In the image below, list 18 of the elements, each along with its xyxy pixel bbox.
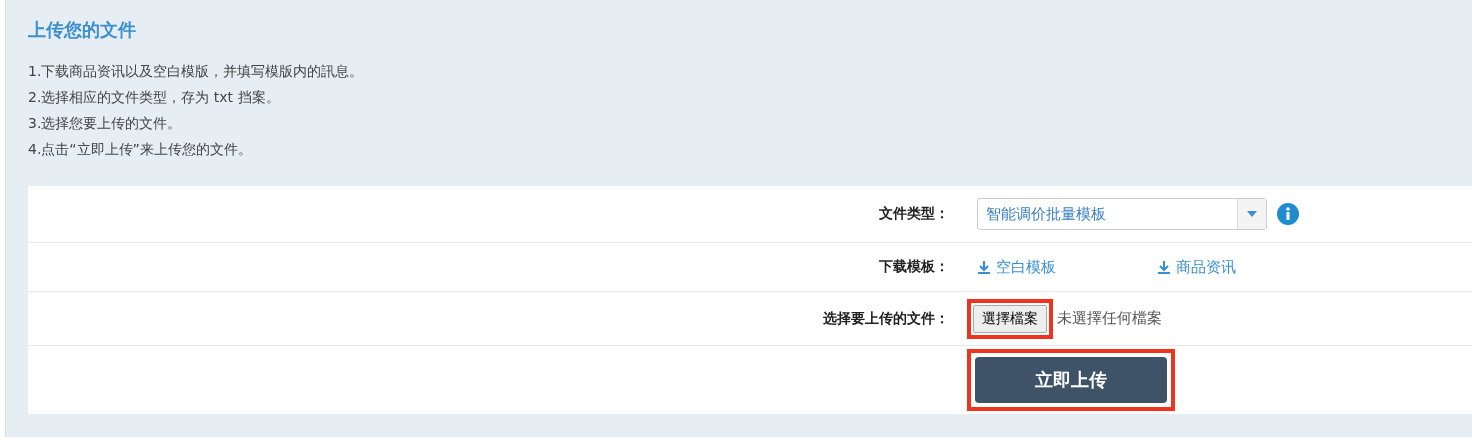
download-icon bbox=[977, 260, 991, 274]
field-label: 下载模板： bbox=[878, 258, 950, 276]
download-link[interactable]: 商品资讯 bbox=[1157, 257, 1327, 277]
instruction-text: 2.选择相应的文件类型，存为 txt 挡案。 bbox=[28, 88, 281, 107]
field-label: 文件类型： bbox=[878, 205, 950, 223]
upload-button[interactable]: 立即上传 bbox=[975, 357, 1167, 403]
section-title: 上传您的文件 bbox=[28, 18, 137, 42]
info-icon[interactable] bbox=[1277, 203, 1299, 225]
choose-file-button[interactable]: 選擇檔案 bbox=[973, 304, 1047, 333]
field-label: 选择要上传的文件： bbox=[822, 309, 950, 328]
instruction-text: 4.点击“立即上传”来上传您的文件。 bbox=[28, 140, 253, 159]
caret-icon bbox=[1246, 210, 1258, 218]
instruction-text: 3.选择您要上传的文件。 bbox=[28, 114, 183, 133]
file-type-dropdown[interactable]: 智能调价批量模板 bbox=[977, 198, 1267, 230]
file-status-text: 未選擇任何檔案 bbox=[1057, 309, 1162, 328]
download-icon bbox=[1157, 260, 1171, 274]
instruction-text: 1.下载商品资讯以及空白模版，并填写模版内的訊息。 bbox=[28, 62, 365, 81]
download-link[interactable]: 空白模板 bbox=[977, 257, 1147, 277]
